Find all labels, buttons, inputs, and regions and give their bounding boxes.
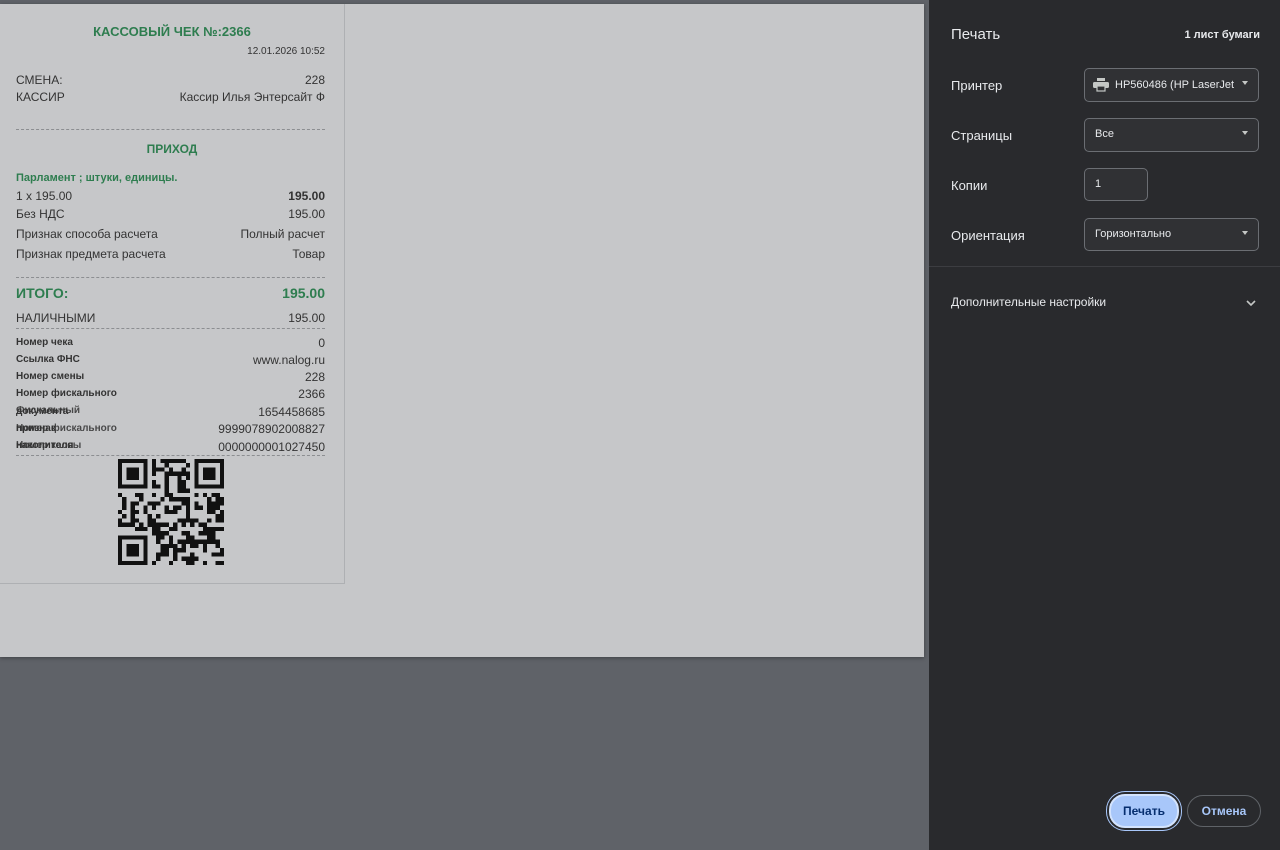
chevron-down-icon	[1246, 294, 1256, 312]
fiscal-label-overlap: Фискальный	[16, 405, 81, 416]
item-name: Парламент ; штуки, единицы.	[16, 172, 178, 184]
shift-label: СМЕНА:	[16, 73, 63, 87]
fiscal-value: 1654458685	[258, 405, 325, 419]
vat-value: 195.00	[288, 207, 325, 221]
qr-code	[118, 459, 224, 565]
divider	[16, 455, 325, 456]
fiscal-label-overlap: Номер кассы	[16, 440, 82, 451]
subject-value: Товар	[292, 247, 325, 261]
method-value: Полный расчет	[240, 227, 325, 241]
section-title: ПРИХОД	[146, 142, 198, 156]
cashier-value: Кассир Илья Энтерсайт Ф	[179, 90, 325, 104]
copies-input[interactable]: 1	[1084, 168, 1148, 201]
divider	[16, 328, 325, 329]
item-qty-price: 1 x 195.00	[16, 189, 73, 203]
total-label: ИТОГО:	[16, 285, 69, 301]
pages-value: Все	[1095, 128, 1114, 140]
more-settings-toggle[interactable]: Дополнительные настройки	[929, 282, 1280, 322]
shift-value: 228	[304, 73, 325, 87]
fiscal-value: 0	[318, 336, 325, 350]
panel-divider	[929, 266, 1280, 267]
pages-select[interactable]: Все	[1084, 118, 1259, 152]
sheet-count: 1 лист бумаги	[1184, 29, 1260, 41]
preview-page: КАССОВЫЙ ЧЕК №:2366 12.01.2026 10:52 СМЕ…	[0, 4, 924, 657]
fiscal-value: 9999078902008827	[218, 422, 325, 436]
cash-label: НАЛИЧНЫМИ	[16, 311, 96, 325]
item-amount: 195.00	[288, 189, 325, 203]
panel-title: Печать	[951, 26, 1001, 43]
cancel-button[interactable]: Отмена	[1187, 795, 1261, 827]
fiscal-label: Номер чека	[16, 337, 73, 348]
print-settings-panel: Печать 1 лист бумаги Принтер HP560486 (H…	[929, 0, 1280, 850]
receipt: КАССОВЫЙ ЧЕК №:2366 12.01.2026 10:52 СМЕ…	[0, 4, 345, 584]
orientation-value: Горизонтально	[1095, 228, 1172, 240]
fiscal-value: 228	[304, 370, 325, 384]
printer-select[interactable]: HP560486 (HP LaserJet I	[1084, 68, 1259, 102]
vat-label: Без НДС	[16, 207, 65, 221]
printer-value: HP560486 (HP LaserJet I	[1115, 79, 1235, 91]
fiscal-label: Номер фискального	[16, 388, 117, 399]
chevron-down-icon	[1242, 231, 1248, 235]
fiscal-label: Ссылка ФНС	[16, 354, 80, 365]
orientation-select[interactable]: Горизонтально	[1084, 218, 1259, 251]
orientation-label: Ориентация	[951, 228, 1025, 243]
print-button[interactable]: Печать	[1109, 794, 1179, 828]
receipt-title: КАССОВЫЙ ЧЕК №:2366	[93, 24, 251, 39]
copies-label: Копии	[951, 178, 988, 193]
pages-label: Страницы	[951, 128, 1013, 143]
printer-label: Принтер	[951, 78, 1003, 93]
more-settings-label: Дополнительные настройки	[951, 295, 1107, 309]
print-preview-area: КАССОВЫЙ ЧЕК №:2366 12.01.2026 10:52 СМЕ…	[0, 0, 929, 850]
fiscal-label: Номер смены	[16, 371, 85, 382]
fiscal-value: 2366	[298, 387, 325, 401]
fiscal-value: www.nalog.ru	[252, 353, 325, 367]
receipt-datetime: 12.01.2026 10:52	[247, 46, 325, 57]
cash-value: 195.00	[288, 311, 325, 325]
chevron-down-icon	[1242, 131, 1248, 135]
method-label: Признак способа расчета	[16, 227, 158, 241]
fiscal-value: 0000000001027450	[218, 440, 325, 454]
chevron-down-icon	[1242, 81, 1248, 85]
cashier-label: КАССИР	[16, 90, 65, 104]
subject-label: Признак предмета расчета	[16, 247, 166, 261]
printer-icon	[1093, 78, 1109, 95]
total-value: 195.00	[282, 285, 325, 301]
divider	[16, 277, 325, 278]
fiscal-label-overlap: Номер фискального	[16, 423, 117, 434]
divider	[16, 129, 325, 130]
copies-value: 1	[1095, 178, 1102, 190]
